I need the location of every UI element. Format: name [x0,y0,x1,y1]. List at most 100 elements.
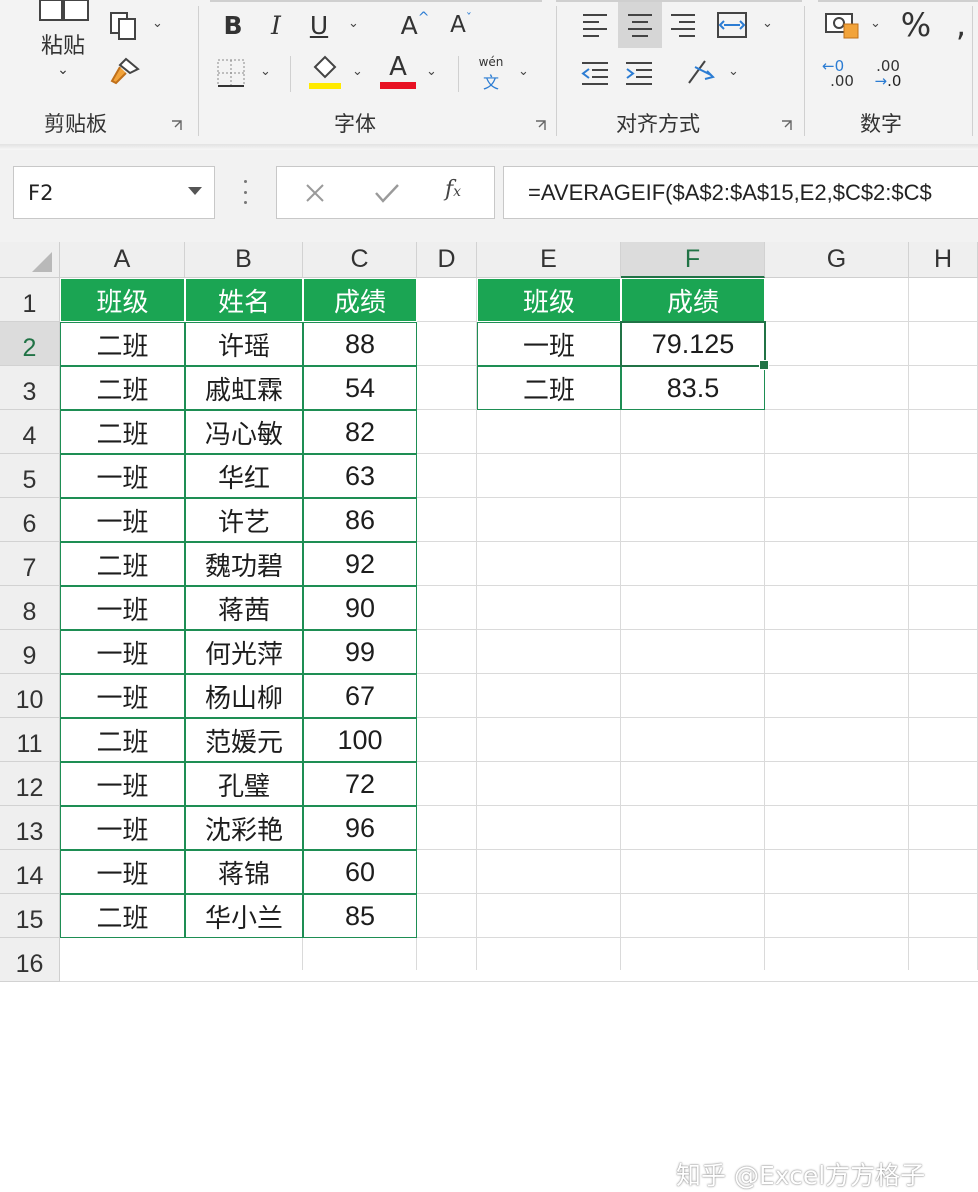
cell-b12[interactable]: 孔璧 [185,762,303,806]
clipboard-launcher-icon[interactable] [171,120,182,131]
cell-c12[interactable]: 72 [303,762,417,806]
copy-button[interactable] [104,10,144,42]
row-header-6[interactable]: 6 [0,498,60,542]
cell-c4[interactable]: 82 [303,410,417,454]
cell-b2[interactable]: 许瑶 [185,322,303,366]
select-all-corner[interactable] [0,242,60,278]
paste-dropdown-icon[interactable]: ⌄ [57,62,69,78]
cell-b14[interactable]: 蒋锦 [185,850,303,894]
copy-dropdown-icon[interactable]: ⌄ [152,16,163,31]
formula-bar-grip-icon[interactable] [243,180,247,204]
row-header-3[interactable]: 3 [0,366,60,410]
decrease-decimal-button[interactable]: .00 →.0 [868,56,908,92]
cell-b6[interactable]: 许艺 [185,498,303,542]
fill-color-button[interactable] [306,52,342,90]
cell-c9[interactable]: 99 [303,630,417,674]
grow-font-button[interactable]: A ^ [398,8,432,42]
row-header-13[interactable]: 13 [0,806,60,850]
cell-a11[interactable]: 二班 [60,718,185,762]
row-header-5[interactable]: 5 [0,454,60,498]
cell-a5[interactable]: 一班 [60,454,185,498]
row-header-10[interactable]: 10 [0,674,60,718]
orientation-button[interactable] [684,54,720,90]
percent-button[interactable]: % [898,6,934,44]
cell-a15[interactable]: 二班 [60,894,185,938]
column-header-b[interactable]: B [185,242,303,278]
row-header-7[interactable]: 7 [0,542,60,586]
cell-b3[interactable]: 戚虹霖 [185,366,303,410]
merge-dropdown-icon[interactable]: ⌄ [762,16,773,31]
column-header-d[interactable]: D [417,242,477,278]
cell-e3[interactable]: 二班 [477,366,621,410]
cancel-icon[interactable] [303,181,327,205]
header-cell-b1[interactable]: 姓名 [185,278,303,322]
cell-a9[interactable]: 一班 [60,630,185,674]
format-painter-button[interactable] [104,54,144,88]
cell-b5[interactable]: 华红 [185,454,303,498]
font-launcher-icon[interactable] [535,120,546,131]
row-header-8[interactable]: 8 [0,586,60,630]
name-box-dropdown-icon[interactable] [188,187,202,195]
borders-button[interactable] [214,56,248,90]
cell-c2[interactable]: 88 [303,322,417,366]
accounting-format-button[interactable] [822,8,862,42]
align-right-button[interactable] [666,8,700,42]
row-header-11[interactable]: 11 [0,718,60,762]
cell-b13[interactable]: 沈彩艳 [185,806,303,850]
increase-indent-button[interactable] [622,56,656,90]
orientation-dropdown-icon[interactable]: ⌄ [728,64,739,79]
cell-a7[interactable]: 二班 [60,542,185,586]
underline-button[interactable]: U [304,8,334,42]
fill-color-dropdown-icon[interactable]: ⌄ [352,64,363,79]
cell-c11[interactable]: 100 [303,718,417,762]
cell-a3[interactable]: 二班 [60,366,185,410]
cell-a2[interactable]: 二班 [60,322,185,366]
decrease-indent-button[interactable] [578,56,612,90]
cell-b15[interactable]: 华小兰 [185,894,303,938]
row-header-2[interactable]: 2 [0,322,60,366]
header-cell-c1[interactable]: 成绩 [303,278,417,322]
formula-input[interactable]: =AVERAGEIF($A$2:$A$15,E2,$C$2:$C$ [503,166,978,219]
cell-b10[interactable]: 杨山柳 [185,674,303,718]
column-header-g[interactable]: G [765,242,909,278]
font-color-dropdown-icon[interactable]: ⌄ [426,64,437,79]
column-header-e[interactable]: E [477,242,621,278]
row-header-9[interactable]: 9 [0,630,60,674]
header-cell-e1[interactable]: 班级 [477,278,621,322]
cell-b9[interactable]: 何光萍 [185,630,303,674]
column-header-c[interactable]: C [303,242,417,278]
align-left-button[interactable] [578,8,612,42]
cell-b11[interactable]: 范媛元 [185,718,303,762]
cell-e2[interactable]: 一班 [477,322,621,366]
cell-a13[interactable]: 一班 [60,806,185,850]
row-header-14[interactable]: 14 [0,850,60,894]
row-header-16[interactable]: 16 [0,938,60,982]
row-header-15[interactable]: 15 [0,894,60,938]
cell-a4[interactable]: 二班 [60,410,185,454]
phonetic-button[interactable]: wén 文 [474,55,508,92]
cell-c8[interactable]: 90 [303,586,417,630]
accounting-dropdown-icon[interactable]: ⌄ [870,16,881,31]
underline-dropdown-icon[interactable]: ⌄ [348,16,359,31]
cell-a10[interactable]: 一班 [60,674,185,718]
merge-center-button[interactable] [714,8,750,42]
enter-check-icon[interactable] [373,181,401,205]
column-header-f[interactable]: F [621,242,765,278]
cell-c14[interactable]: 60 [303,850,417,894]
cell-c6[interactable]: 86 [303,498,417,542]
insert-function-icon[interactable]: fx [445,177,461,202]
align-center-button[interactable] [618,2,662,48]
cell-b7[interactable]: 魏功碧 [185,542,303,586]
paste-button[interactable]: 粘贴 ⌄ [30,0,96,90]
header-cell-f1[interactable]: 成绩 [621,278,765,322]
cell-f3[interactable]: 83.5 [621,366,765,410]
cell-a12[interactable]: 一班 [60,762,185,806]
increase-decimal-button[interactable]: ←0 .00 [822,56,862,92]
row-header-12[interactable]: 12 [0,762,60,806]
name-box[interactable]: F2 [13,166,215,219]
row-header-4[interactable]: 4 [0,410,60,454]
header-cell-a1[interactable]: 班级 [60,278,185,322]
cell-b4[interactable]: 冯心敏 [185,410,303,454]
phonetic-dropdown-icon[interactable]: ⌄ [518,64,529,79]
cell-c7[interactable]: 92 [303,542,417,586]
